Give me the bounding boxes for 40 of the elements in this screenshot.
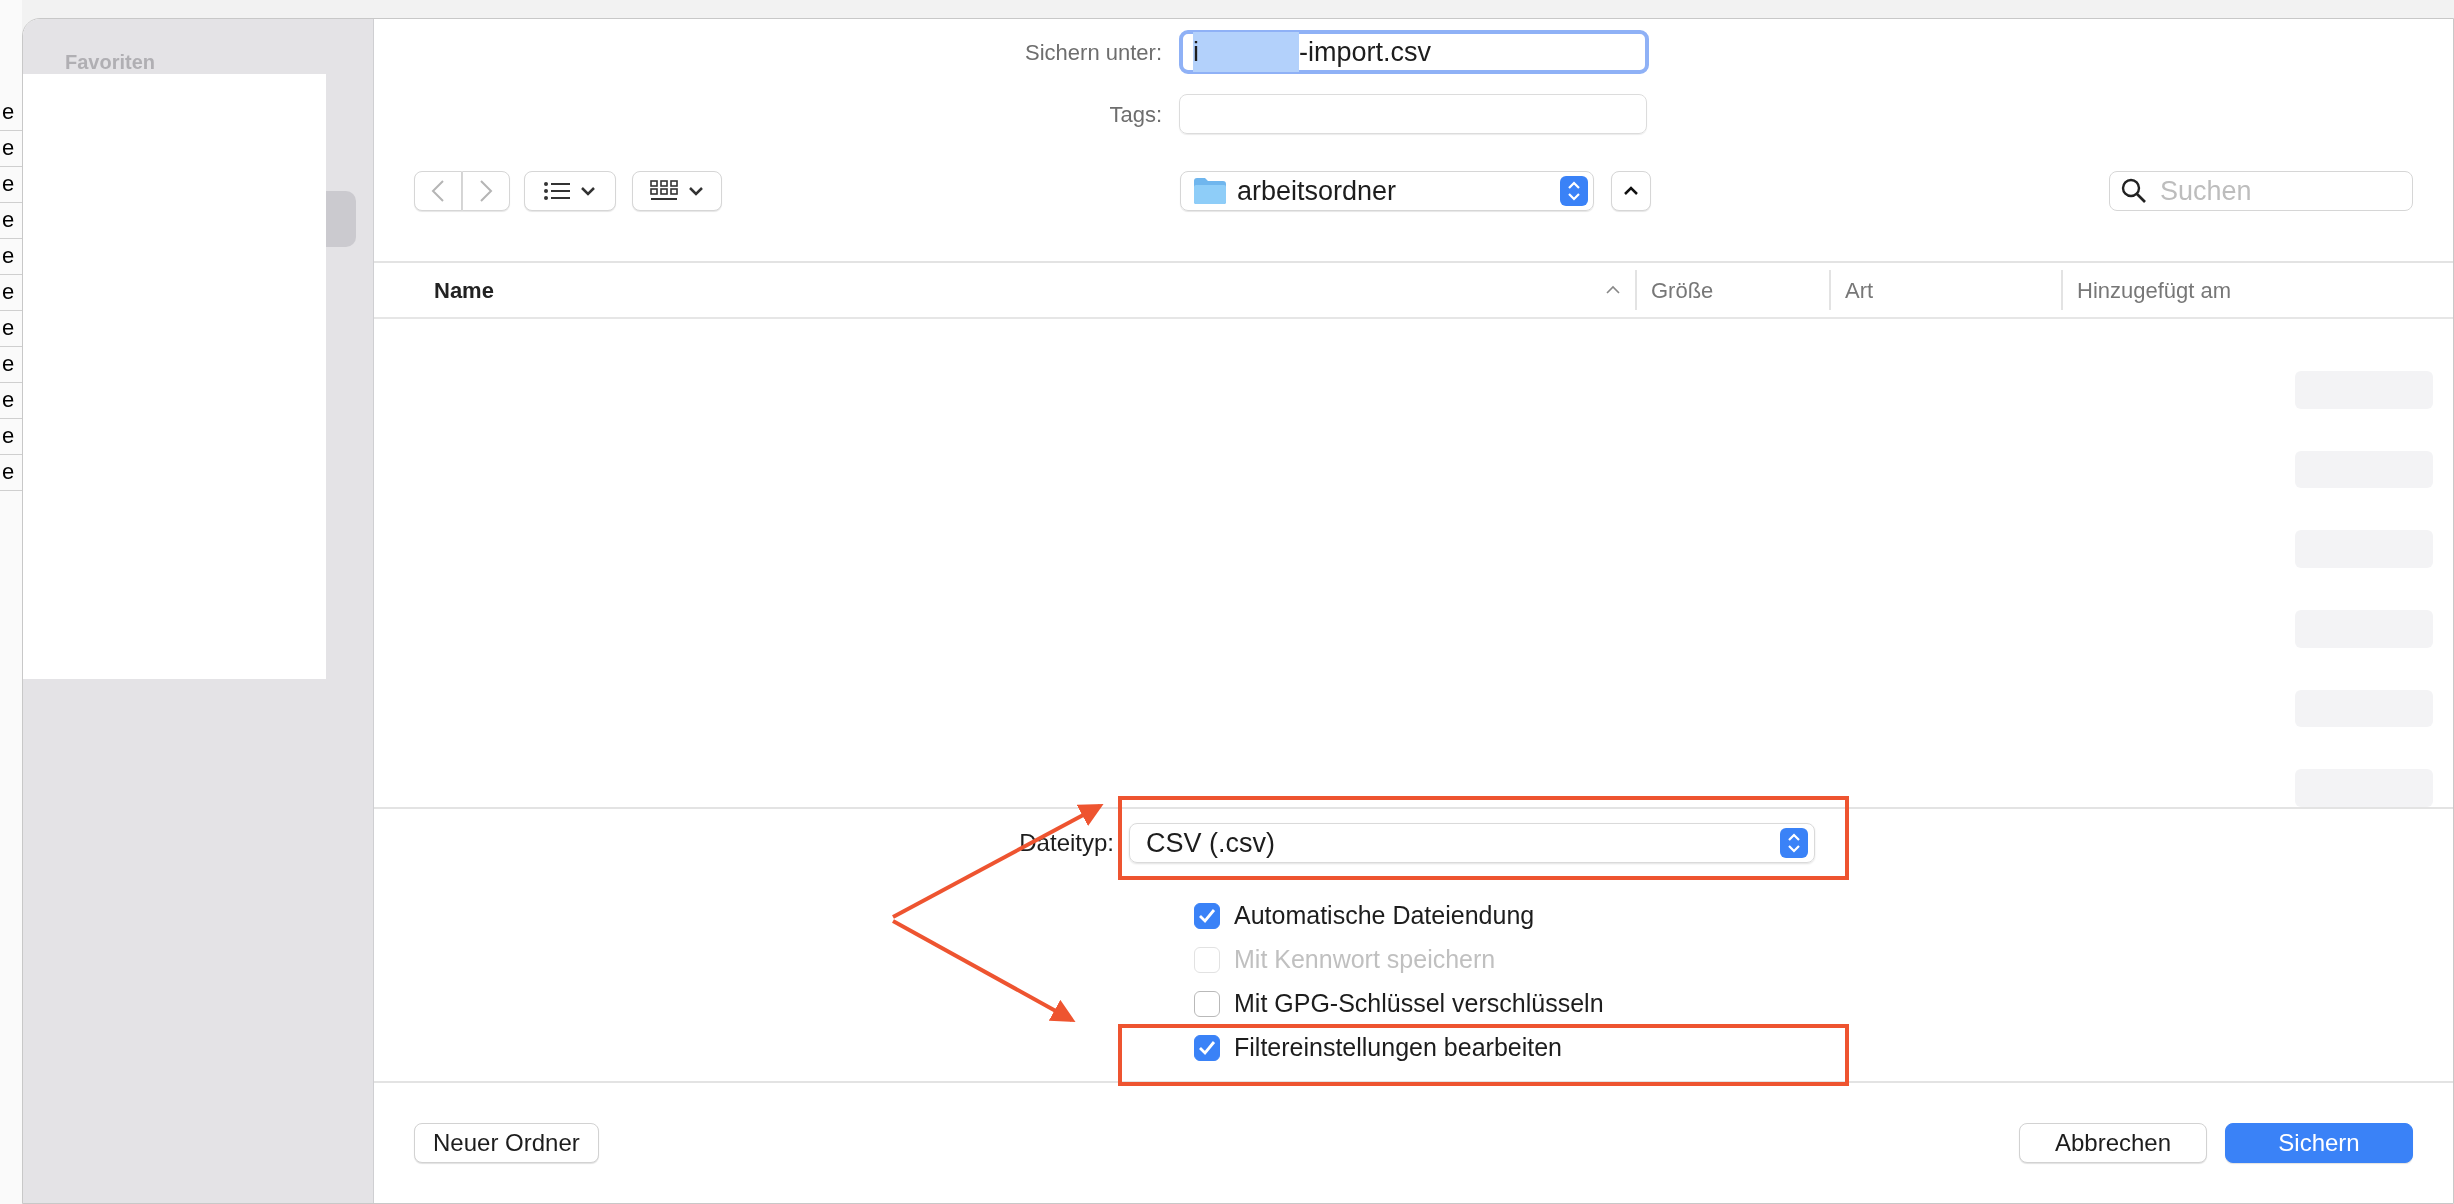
stepper-icon: [1560, 176, 1588, 206]
checkbox[interactable]: [1194, 1035, 1220, 1061]
column-header[interactable]: Hinzugefügt am: [2077, 273, 2232, 307]
field-label: Sichern unter:: [1025, 39, 1162, 65]
dialog-button[interactable]: Abbrechen: [2019, 1123, 2207, 1163]
parent-folder-button[interactable]: [1611, 171, 1651, 211]
folder-icon: [1193, 177, 1227, 205]
checkmark-icon: [1198, 908, 1216, 924]
chevron-left-icon: [431, 179, 445, 203]
chevron-right-icon: [479, 179, 493, 203]
column-header[interactable]: Größe: [1651, 273, 1714, 307]
filename-field[interactable]: i -import.csv: [1179, 30, 1649, 74]
column-header[interactable]: Name: [434, 273, 494, 307]
forward-button[interactable]: [462, 171, 510, 211]
search-field[interactable]: Suchen: [2109, 171, 2413, 211]
grid-view-button[interactable]: [632, 171, 722, 211]
folder-popup[interactable]: arbeitsordner: [1180, 171, 1594, 211]
list-view-button[interactable]: [524, 171, 616, 211]
dialog-button[interactable]: Neuer Ordner: [414, 1123, 599, 1163]
checkbox[interactable]: [1194, 991, 1220, 1017]
checkbox-label: Automatische Dateiendung: [1234, 900, 1535, 932]
file-type-popup[interactable]: CSV (.csv): [1129, 823, 1815, 863]
checkbox[interactable]: [1194, 903, 1220, 929]
checkbox-label: Mit GPG-Schlüssel verschlüsseln: [1234, 988, 1604, 1020]
column-header[interactable]: Art: [1845, 273, 1874, 307]
chevron-down-icon: [580, 186, 596, 196]
sort-ascending-icon: [1605, 285, 1621, 295]
chevron-up-icon: [1623, 186, 1639, 196]
save-button[interactable]: Sichern: [2225, 1123, 2413, 1163]
back-button[interactable]: [414, 171, 462, 211]
checkmark-icon: [1198, 1040, 1216, 1056]
checkbox-label: Filtereinstellungen bearbeiten: [1234, 1032, 1562, 1064]
checkbox-label: Mit Kennwort speichern: [1234, 944, 1496, 976]
field-label: Tags:: [1109, 101, 1162, 127]
sidebar-handle[interactable]: [326, 191, 356, 247]
list-icon: [544, 181, 570, 201]
stepper-icon: [1780, 828, 1808, 858]
grid-icon: [650, 180, 678, 202]
chevron-down-icon: [688, 186, 704, 196]
tags-field[interactable]: [1179, 94, 1647, 134]
